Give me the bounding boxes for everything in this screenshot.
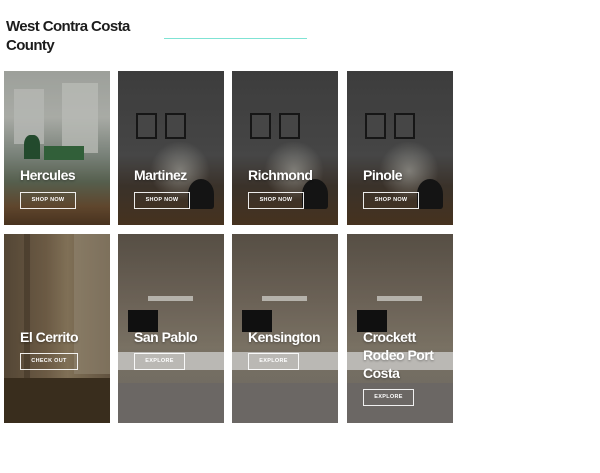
title-accent-line: [164, 38, 307, 39]
card-title: Kensington: [248, 329, 321, 345]
page-title: West Contra Costa County: [6, 18, 130, 54]
card-title: Richmond: [248, 167, 313, 183]
location-card-kensington[interactable]: Kensington EXPLORE: [232, 234, 338, 423]
explore-button[interactable]: EXPLORE: [248, 353, 299, 370]
location-card-martinez[interactable]: Martinez SHOP NOW: [118, 71, 224, 225]
card-title: Pinole: [363, 167, 403, 183]
card-title: Crockett Rodeo Port Costa: [363, 329, 434, 381]
location-card-san-pablo[interactable]: San Pablo EXPLORE: [118, 234, 224, 423]
location-card-crockett-rodeo-port-costa[interactable]: Crockett Rodeo Port Costa EXPLORE: [347, 234, 453, 423]
explore-button[interactable]: EXPLORE: [134, 353, 185, 370]
explore-button[interactable]: EXPLORE: [363, 389, 414, 406]
shop-now-button[interactable]: SHOP NOW: [363, 192, 419, 209]
shop-now-button[interactable]: SHOP NOW: [20, 192, 76, 209]
location-card-el-cerrito[interactable]: El Cerrito CHECK OUT: [4, 234, 110, 423]
check-out-button[interactable]: CHECK OUT: [20, 353, 78, 370]
location-card-pinole[interactable]: Pinole SHOP NOW: [347, 71, 453, 225]
card-title: Martinez: [134, 167, 187, 183]
card-title: San Pablo: [134, 329, 198, 345]
location-card-hercules[interactable]: Hercules SHOP NOW: [4, 71, 110, 225]
shop-now-button[interactable]: SHOP NOW: [134, 192, 190, 209]
card-title: Hercules: [20, 167, 76, 183]
card-title: El Cerrito: [20, 329, 79, 345]
shop-now-button[interactable]: SHOP NOW: [248, 192, 304, 209]
location-card-richmond[interactable]: Richmond SHOP NOW: [232, 71, 338, 225]
